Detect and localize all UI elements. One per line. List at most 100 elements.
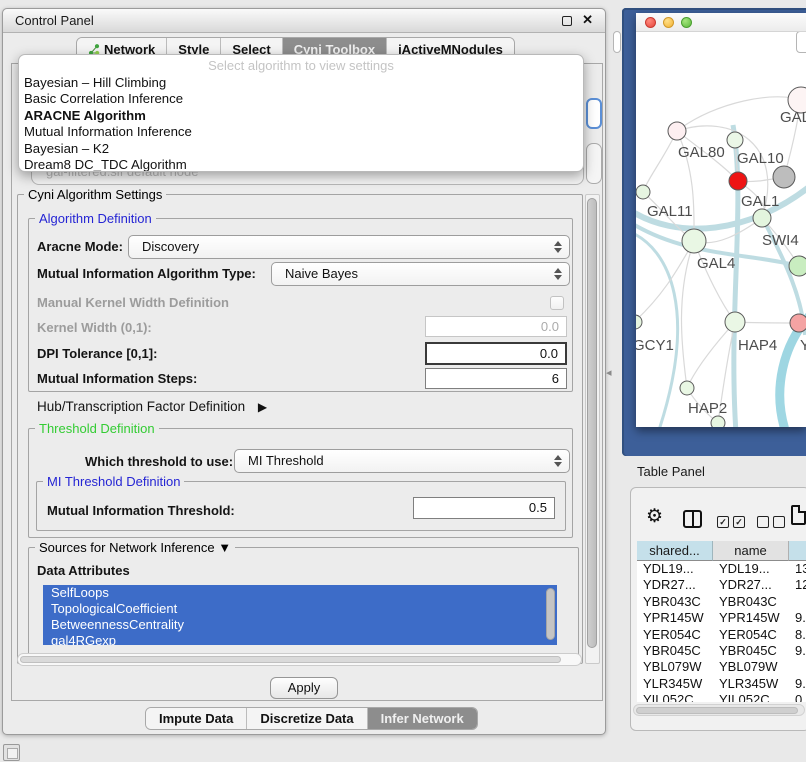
algorithm-options-list: Bayesian – Hill ClimbingBasic Correlatio… xyxy=(19,75,583,172)
settings-vertical-scrollbar-thumb[interactable] xyxy=(587,198,597,648)
table-row[interactable]: YPR145WYPR145W9. xyxy=(637,610,806,626)
list-scrollbar-thumb[interactable] xyxy=(546,588,555,640)
data-attribute-item[interactable]: TopologicalCoefficient xyxy=(43,601,557,617)
network-window-titlebar[interactable] xyxy=(636,13,806,32)
table-horizontal-scrollbar[interactable] xyxy=(633,704,805,716)
network-node[interactable] xyxy=(682,229,706,253)
bottom-tab-infer-network[interactable]: Infer Network xyxy=(368,708,477,729)
network-node[interactable] xyxy=(790,314,806,332)
data-attributes-list[interactable]: SelfLoopsTopologicalCoefficientBetweenne… xyxy=(43,585,557,645)
manual-kernel-checkbox[interactable] xyxy=(550,296,564,310)
table-row[interactable]: YDL19...YDL19...13 xyxy=(637,561,806,577)
table-cell: YBR045C xyxy=(637,643,713,659)
network-node[interactable] xyxy=(753,209,771,227)
zoom-window-icon[interactable] xyxy=(681,17,692,28)
table-horizontal-scrollbar-thumb[interactable] xyxy=(636,707,798,714)
table-body: YDL19...YDL19...13YDR27...YDR27...12YBR0… xyxy=(637,561,806,702)
panel-divider-arrow-icon[interactable]: ◂ xyxy=(606,366,612,379)
control-panel-title: Control Panel xyxy=(15,13,94,28)
table-cell xyxy=(789,659,806,675)
table-cell: YLR345W xyxy=(713,676,789,692)
mi-threshold-field[interactable]: 0.5 xyxy=(413,497,555,519)
network-view-window[interactable]: GALGAL80GAL10GAL1GAL11SWI4GAL4GCY1HAP4YH… xyxy=(636,13,806,427)
settings-horizontal-scrollbar[interactable] xyxy=(17,653,582,666)
deselect-all-icon[interactable] xyxy=(757,516,769,528)
column-header-name[interactable]: name xyxy=(713,541,789,561)
mi-type-select[interactable]: Naive Bayes xyxy=(271,262,570,286)
hub-definition-label: Hub/Transcription Factor Definition xyxy=(37,399,245,414)
mi-threshold-definition-group: MI Threshold Definition Mutual Informati… xyxy=(36,481,566,531)
network-node-label: GAL4 xyxy=(697,255,735,272)
collapse-down-icon[interactable]: ▼ xyxy=(218,540,231,555)
network-node[interactable] xyxy=(636,185,650,199)
bottom-tab-discretize-data[interactable]: Discretize Data xyxy=(247,708,367,729)
data-attribute-item[interactable]: SelfLoops xyxy=(43,585,557,601)
float-window-icon[interactable] xyxy=(562,16,572,26)
hub-definition-expander[interactable]: Hub/Transcription Factor Definition ▶ xyxy=(37,399,267,414)
table-row[interactable]: YBR043CYBR043C xyxy=(637,594,806,610)
select-all-check-icon[interactable]: ✓ xyxy=(717,516,729,528)
aracne-mode-select[interactable]: Discovery xyxy=(128,235,570,259)
which-threshold-label: Which threshold to use: xyxy=(85,454,233,469)
kernel-width-field[interactable]: 0.0 xyxy=(425,316,567,337)
stepper-icon xyxy=(554,455,562,467)
table-row[interactable]: YBR045CYBR045C9. xyxy=(637,643,806,659)
algorithm-option[interactable]: ARACNE Algorithm xyxy=(19,108,583,124)
settings-horizontal-scrollbar-thumb[interactable] xyxy=(20,656,561,663)
threshold-definition-title: Threshold Definition xyxy=(35,421,159,436)
column-header-shared-name[interactable]: shared... xyxy=(637,541,713,561)
data-attribute-item[interactable]: gal4RGexp xyxy=(43,633,557,645)
select-all-check-icon[interactable]: ✓ xyxy=(733,516,745,528)
table-row[interactable]: YER054CYER054C8. xyxy=(637,627,806,643)
file-icon[interactable] xyxy=(791,505,806,525)
which-threshold-select[interactable]: MI Threshold xyxy=(234,449,570,473)
minimize-window-icon[interactable] xyxy=(663,17,674,28)
clipped-control-box xyxy=(796,31,806,53)
network-node[interactable] xyxy=(725,312,745,332)
clipped-control-sliver xyxy=(613,31,621,53)
dpi-tolerance-field[interactable]: 0.0 xyxy=(425,342,567,365)
algorithm-option[interactable]: Dream8 DC_TDC Algorithm xyxy=(19,157,583,172)
table-row[interactable]: YDR27...YDR27...12 xyxy=(637,577,806,593)
apply-button[interactable]: Apply xyxy=(270,677,338,699)
algorithm-dropdown: Select algorithm to view settings Bayesi… xyxy=(18,54,584,172)
table-row[interactable]: YIL052CYIL052C0. xyxy=(637,692,806,702)
close-icon[interactable]: ✕ xyxy=(582,12,593,28)
table-cell: YDL19... xyxy=(713,561,789,577)
network-node[interactable] xyxy=(668,122,686,140)
algorithm-option[interactable]: Mutual Information Inference xyxy=(19,124,583,140)
network-node[interactable] xyxy=(711,416,725,427)
table-row[interactable]: YBL079WYBL079W xyxy=(637,659,806,675)
threshold-definition-group: Threshold Definition Which threshold to … xyxy=(28,428,573,538)
settings-vertical-scrollbar[interactable] xyxy=(585,194,600,664)
split-columns-icon[interactable] xyxy=(683,510,702,528)
column-header-clipped[interactable] xyxy=(789,541,806,561)
mi-type-label: Mutual Information Algorithm Type: xyxy=(37,266,256,281)
mi-steps-field[interactable]: 6 xyxy=(425,368,567,389)
network-node[interactable] xyxy=(789,256,806,276)
table-row[interactable]: YLR345WYLR345W9. xyxy=(637,676,806,692)
close-window-icon[interactable] xyxy=(645,17,656,28)
network-node-label: Y xyxy=(800,337,806,354)
deselect-all-icon[interactable] xyxy=(773,516,785,528)
algorithm-option[interactable]: Basic Correlation Inference xyxy=(19,91,583,107)
table-cell: YBR043C xyxy=(713,594,789,610)
network-node[interactable] xyxy=(636,315,642,329)
network-node[interactable] xyxy=(727,132,743,148)
dock-panel-icon[interactable] xyxy=(3,744,20,761)
mi-threshold-definition-title: MI Threshold Definition xyxy=(43,474,184,489)
bottom-tab-impute-data[interactable]: Impute Data xyxy=(146,708,247,729)
algorithm-option[interactable]: Bayesian – Hill Climbing xyxy=(19,75,583,91)
table-cell: YIL052C xyxy=(713,692,789,702)
network-node[interactable] xyxy=(680,381,694,395)
expand-right-icon: ▶ xyxy=(258,400,267,414)
network-node[interactable] xyxy=(729,172,747,190)
algorithm-definition-title: Algorithm Definition xyxy=(35,211,156,226)
network-node-label: GAL1 xyxy=(741,193,779,210)
table-cell xyxy=(789,594,806,610)
network-graph[interactable]: GALGAL80GAL10GAL1GAL11SWI4GAL4GCY1HAP4YH… xyxy=(636,13,806,427)
algorithm-option[interactable]: Bayesian – K2 xyxy=(19,141,583,157)
gear-icon[interactable]: ⚙ xyxy=(646,505,663,528)
data-attribute-item[interactable]: BetweennessCentrality xyxy=(43,617,557,633)
network-node[interactable] xyxy=(773,166,795,188)
